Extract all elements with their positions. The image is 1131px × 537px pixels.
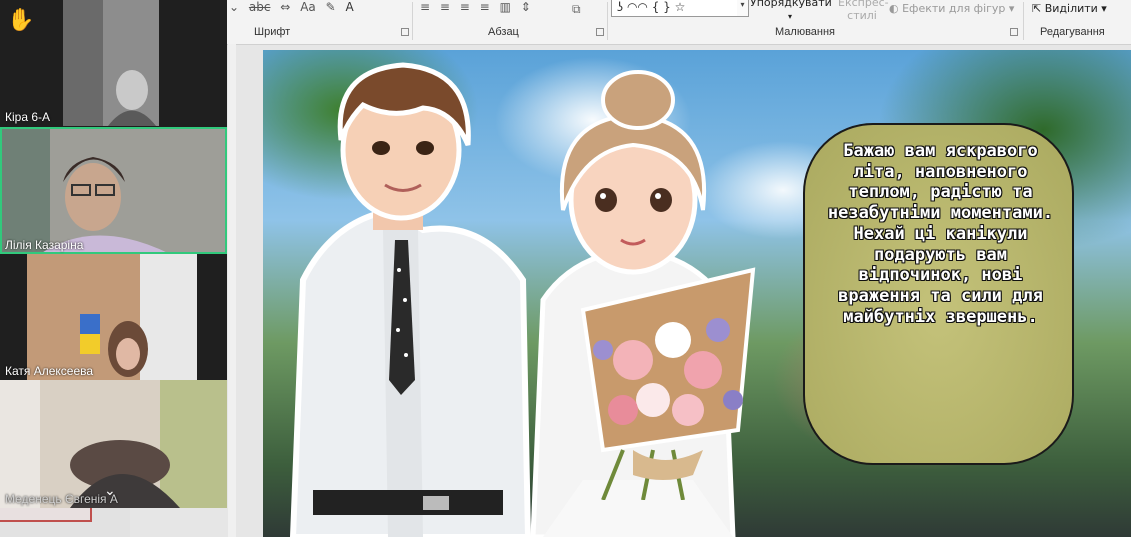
participant-tile[interactable]: ✋ Кіра 6-А: [0, 0, 227, 126]
group-label-drawing: Малювання: [775, 26, 836, 38]
font-tools-row: ⌄ abc ⇔ Aa ✎ A: [229, 0, 360, 18]
align-left-icon[interactable]: ≡: [420, 0, 430, 14]
char-spacing-icon[interactable]: ⇔: [280, 0, 290, 14]
text-direction-icon[interactable]: ⇕: [521, 0, 531, 14]
group-label-font: Шрифт: [254, 26, 291, 38]
active-speaker-frame: [0, 127, 227, 254]
shape-effects-button[interactable]: ◐ Ефекти для фігур ▾: [889, 2, 1014, 15]
wish-text: Бажаю вам яскравого літа, наповненого те…: [827, 141, 1054, 327]
effects-icon: ◐: [889, 2, 903, 15]
flower-bouquet-illustration: [580, 267, 756, 500]
font-dialog-launcher[interactable]: [401, 28, 409, 36]
wish-text-bubble[interactable]: Бажаю вам яскравого літа, наповненого те…: [803, 123, 1074, 465]
participant-video: [27, 254, 197, 380]
arrange-icon[interactable]: ⧉: [572, 2, 581, 17]
strikethrough-button[interactable]: abc: [249, 0, 271, 14]
participant-name: Меденець Євгенія А: [5, 492, 118, 506]
align-right-icon[interactable]: ≡: [460, 0, 470, 14]
shapes-more-button[interactable]: ▾: [737, 0, 749, 17]
participant-name: Лілія Казаріна: [5, 238, 84, 252]
quick-styles-button[interactable]: Експрес-стилі: [838, 0, 889, 22]
participant-tile[interactable]: Катя Алексеева: [0, 254, 227, 380]
participant-name: Катя Алексеева: [5, 364, 94, 378]
participant-name: Кіра 6-А: [5, 110, 51, 124]
arrange-label: Упорядкувати: [750, 0, 832, 9]
collapse-panel-chevron-icon[interactable]: ⌄: [104, 483, 116, 499]
chevron-down-icon: ▾: [788, 12, 793, 21]
boy-illustration: [289, 62, 532, 537]
separator: [1023, 2, 1024, 40]
arrange-button[interactable]: Упорядкувати ▾: [750, 0, 832, 22]
shapes-glyphs: ʖ ◠◠ { } ☆: [617, 0, 686, 14]
separator: [412, 2, 413, 40]
chevron-down-icon: ▾: [1097, 2, 1107, 15]
participant-tile-active[interactable]: Лілія Казаріна: [0, 127, 227, 254]
align-center-icon[interactable]: ≡: [440, 0, 450, 14]
justify-icon[interactable]: ≡: [480, 0, 490, 14]
raised-hand-icon: ✋: [7, 8, 35, 33]
shape-effects-label: Ефекти для фігур: [902, 2, 1006, 15]
drawing-dialog-launcher[interactable]: [1010, 28, 1018, 36]
thumbnails-scrollbar[interactable]: [228, 44, 236, 537]
group-label-editing: Редагування: [1040, 26, 1105, 38]
chevron-down-icon: ▾: [1005, 2, 1015, 15]
select-button[interactable]: ⇱ Виділити ▾: [1032, 2, 1107, 15]
change-case-button[interactable]: Aa: [300, 0, 316, 14]
select-label: Виділити: [1044, 2, 1098, 15]
group-label-paragraph: Абзац: [488, 26, 519, 38]
subscript-icon[interactable]: ⌄: [229, 0, 239, 14]
video-call-panel: ✋ Кіра 6-А Лілія Казаріна Катя Алексеева: [0, 0, 227, 508]
highlight-icon[interactable]: ✎: [326, 0, 336, 14]
slide-canvas[interactable]: Бажаю вам яскравого літа, наповненого те…: [263, 50, 1131, 537]
paragraph-dialog-launcher[interactable]: [596, 28, 604, 36]
paragraph-tools-row: ≡ ≡ ≡ ≡ ▥ ⇕: [420, 0, 537, 18]
shapes-gallery[interactable]: ʖ ◠◠ { } ☆: [611, 0, 739, 17]
font-color-button[interactable]: A: [345, 0, 353, 14]
cursor-icon: ⇱: [1032, 2, 1045, 15]
separator: [607, 2, 608, 40]
columns-icon[interactable]: ▥: [500, 0, 511, 14]
